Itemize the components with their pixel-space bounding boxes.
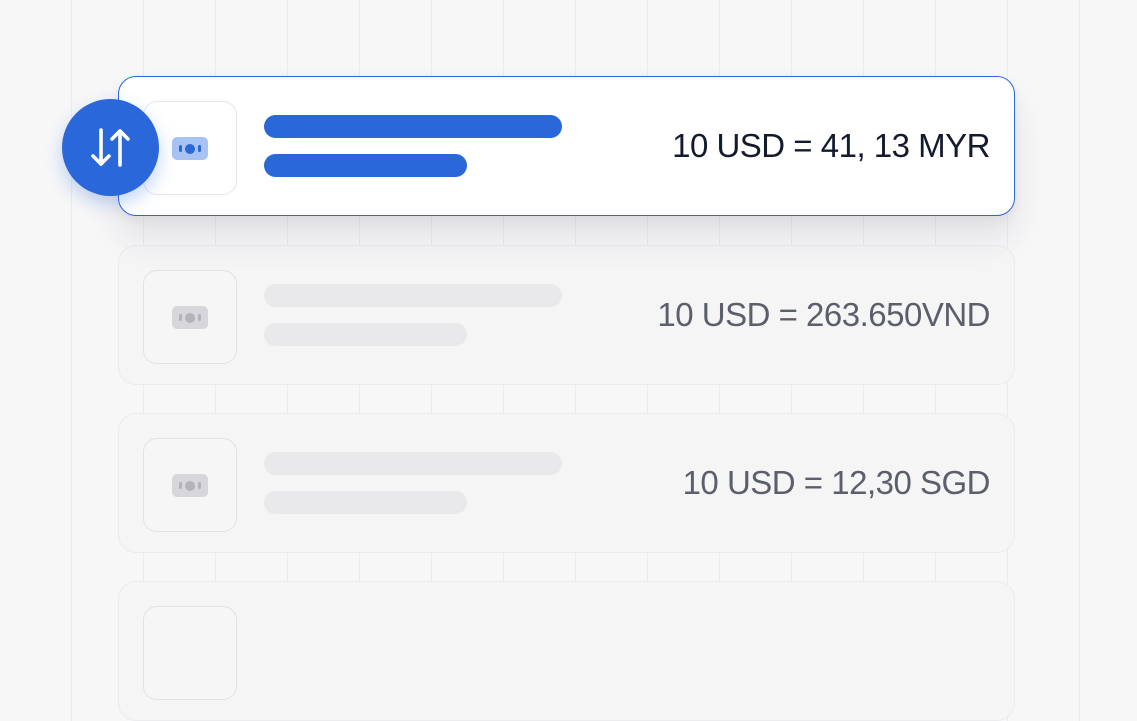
- currency-subtitle-placeholder: [264, 154, 467, 177]
- currency-rate-card-myr[interactable]: 10 USD = 41, 13 MYR: [118, 76, 1015, 216]
- exchange-rate-text: 10 USD = 41, 13 MYR: [672, 127, 990, 164]
- currency-icon-box: [143, 606, 237, 700]
- currency-rate-card-vnd[interactable]: 10 USD = 263.650VND: [118, 245, 1015, 385]
- currency-rate-card-sgd[interactable]: 10 USD = 12,30 SGD: [118, 413, 1015, 553]
- currency-rate-card-partial[interactable]: [118, 581, 1015, 721]
- banknote-icon: [172, 474, 208, 497]
- banknote-icon: [172, 137, 208, 160]
- currency-icon-box: [143, 438, 237, 532]
- swap-currency-button[interactable]: [62, 99, 159, 196]
- currency-subtitle-placeholder: [264, 323, 467, 346]
- exchange-rate-text: 10 USD = 12,30 SGD: [682, 464, 991, 501]
- currency-subtitle-placeholder: [264, 491, 467, 514]
- exchange-rate-text: 10 USD = 263.650VND: [657, 296, 990, 333]
- currency-name-placeholder: [264, 115, 562, 138]
- currency-name-placeholder: [264, 452, 562, 475]
- currency-icon-box: [143, 270, 237, 364]
- currency-name-placeholder: [264, 284, 562, 307]
- banknote-icon: [172, 306, 208, 329]
- swap-vertical-arrows-icon: [91, 128, 130, 167]
